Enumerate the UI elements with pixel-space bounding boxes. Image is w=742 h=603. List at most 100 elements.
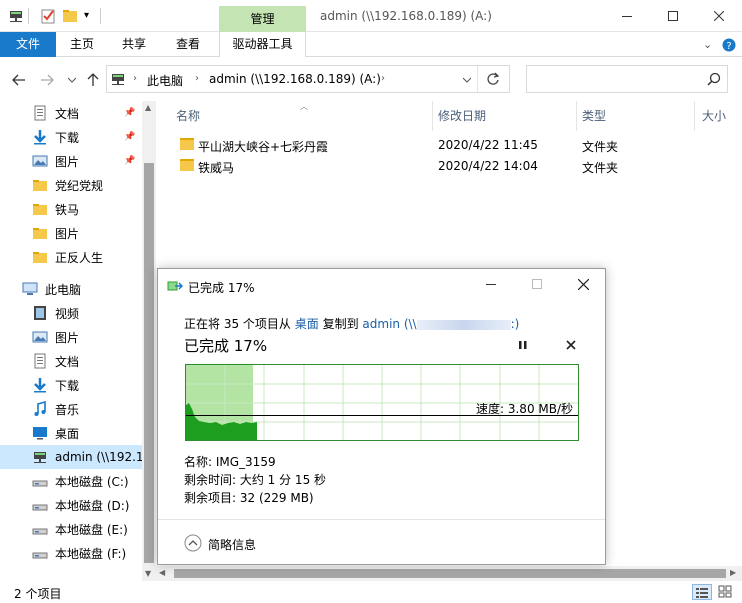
sidebar-item[interactable]: 本地磁盘 (D:) <box>0 493 142 517</box>
sidebar-item[interactable]: 本地磁盘 (F:) <box>0 541 142 565</box>
ribbon-tabs: 文件 主页 共享 查看 驱动器工具 ⌄ ? <box>0 32 742 57</box>
drive-icon <box>32 497 48 513</box>
sidebar-scroll-thumb[interactable] <box>144 163 154 563</box>
recent-locations-button[interactable] <box>63 71 81 89</box>
horizontal-scroll-thumb[interactable] <box>174 569 726 578</box>
drive-icon <box>32 521 48 537</box>
scroll-left-icon[interactable]: ◀ <box>159 568 165 577</box>
chevron-right-icon[interactable]: › <box>381 73 385 84</box>
tab-drive-tools[interactable]: 驱动器工具 <box>219 32 306 57</box>
sidebar-scrollbar[interactable]: ▲ ▼ <box>142 101 156 581</box>
minimize-button[interactable] <box>604 0 650 32</box>
maximize-icon <box>668 11 678 21</box>
sidebar-item-label: 文档 <box>55 354 80 369</box>
expand-ribbon-icon[interactable]: ⌄ <box>703 38 717 52</box>
chevron-up-circle-icon <box>184 534 202 552</box>
sidebar-item[interactable]: 下载 📌 <box>0 125 142 149</box>
address-bar[interactable]: › 此电脑 › admin (\\192.168.0.189) (A:) › <box>106 65 510 93</box>
scroll-right-icon[interactable]: ▶ <box>730 568 736 577</box>
scroll-down-icon[interactable]: ▼ <box>145 569 151 578</box>
sidebar-item[interactable]: 桌面 <box>0 421 142 445</box>
sidebar-item[interactable]: 文档 <box>0 349 142 373</box>
large-icons-view-button[interactable] <box>716 584 736 600</box>
column-header-name[interactable]: 名称 <box>176 107 200 124</box>
navigation-bar: › 此电脑 › admin (\\192.168.0.189) (A:) › <box>0 57 742 101</box>
sidebar-item[interactable]: 本地磁盘 (E:) <box>0 517 142 541</box>
dialog-minimize-button[interactable] <box>468 269 514 299</box>
chevron-down-icon <box>462 77 472 83</box>
up-button[interactable] <box>84 71 102 89</box>
destination-link[interactable]: admin (\\ <box>362 317 416 331</box>
scroll-up-icon[interactable]: ▲ <box>145 103 151 112</box>
back-button[interactable] <box>10 71 28 89</box>
column-header-modified[interactable]: 修改日期 <box>438 107 486 124</box>
column-header-type[interactable]: 类型 <box>582 107 606 124</box>
file-name-line: 名称: IMG_3159 <box>184 455 276 469</box>
sidebar-item-label: 图片 <box>55 330 80 345</box>
tab-home[interactable]: 主页 <box>60 32 104 57</box>
horizontal-scrollbar[interactable]: ◀ ▶ <box>156 566 742 581</box>
tab-share[interactable]: 共享 <box>112 32 156 57</box>
search-input[interactable] <box>531 69 701 89</box>
cancel-button[interactable] <box>566 339 576 353</box>
search-box[interactable] <box>526 65 728 93</box>
close-icon <box>577 278 589 290</box>
items-remaining-line: 剩余项目: 32 (229 MB) <box>184 491 314 505</box>
manage-tab[interactable]: 管理 <box>219 6 306 32</box>
tab-file[interactable]: 文件 <box>0 32 56 57</box>
dialog-footer: 简略信息 <box>158 519 605 564</box>
sidebar-item[interactable]: 铁马 <box>0 197 142 221</box>
close-icon <box>714 11 724 21</box>
help-icon[interactable]: ? <box>722 38 736 52</box>
sidebar-item[interactable]: 图片 <box>0 325 142 349</box>
sidebar-item[interactable]: 党纪党规 <box>0 173 142 197</box>
breadcrumb-this-pc[interactable]: 此电脑 <box>147 72 183 89</box>
properties-icon[interactable] <box>40 8 56 24</box>
search-icon[interactable] <box>707 72 721 89</box>
status-bar: 2 个项目 <box>0 581 742 603</box>
sidebar-item[interactable]: 正反人生 <box>0 245 142 269</box>
chevron-right-icon[interactable]: › <box>195 73 199 84</box>
column-header-size[interactable]: 大小 <box>702 107 726 124</box>
customize-toolbar-icon[interactable]: ▾ <box>84 8 100 24</box>
file-type: 文件夹 <box>582 161 619 175</box>
chevron-right-icon[interactable]: › <box>133 73 137 84</box>
sidebar-item[interactable]: 音乐 <box>0 397 142 421</box>
collapse-details-button[interactable] <box>184 534 202 555</box>
tab-view[interactable]: 查看 <box>166 32 210 57</box>
new-folder-icon[interactable] <box>62 8 78 24</box>
network-drive-icon[interactable] <box>8 8 24 24</box>
destination-link-suffix[interactable]: :) <box>511 317 520 331</box>
sidebar-item-label: 本地磁盘 (C:) <box>55 474 129 489</box>
up-arrow-icon <box>87 73 99 86</box>
fewer-details-label[interactable]: 简略信息 <box>208 536 256 553</box>
maximize-button[interactable] <box>650 0 696 32</box>
sidebar-item-label: 音乐 <box>55 402 80 417</box>
sidebar-item[interactable]: 文档 📌 <box>0 101 142 125</box>
refresh-button[interactable] <box>485 71 501 90</box>
copy-progress-dialog: 已完成 17% 正在将 35 个项目从 桌面 复制到 admin (\\:) 已… <box>157 268 606 565</box>
details-view-button[interactable] <box>692 584 712 600</box>
file-row[interactable]: 铁威马 2020/4/22 14:04 文件夹 <box>176 156 736 177</box>
sidebar-item[interactable]: 下载 <box>0 373 142 397</box>
source-link[interactable]: 桌面 <box>295 317 319 331</box>
sidebar-item[interactable]: 此电脑 <box>0 277 142 301</box>
pause-button[interactable] <box>518 339 528 353</box>
copy-prefix: 正在将 35 个项目从 <box>184 317 291 331</box>
document-icon <box>32 353 48 369</box>
forward-button[interactable] <box>38 71 56 89</box>
breadcrumb-admin-drive[interactable]: admin (\\192.168.0.189) (A:) <box>209 72 381 86</box>
sidebar-item[interactable]: 视频 <box>0 301 142 325</box>
file-row[interactable]: 平山湖大峡谷+七彩丹霞 2020/4/22 11:45 文件夹 <box>176 135 736 156</box>
document-icon <box>32 105 48 121</box>
sidebar-item[interactable]: 图片 <box>0 221 142 245</box>
computer-icon <box>22 281 38 297</box>
sidebar-item[interactable]: admin (\\192.1 <box>0 445 142 469</box>
pictures-icon <box>32 329 48 345</box>
sidebar-item[interactable]: 本地磁盘 (C:) <box>0 469 142 493</box>
sidebar-item[interactable]: 图片 📌 <box>0 149 142 173</box>
address-dropdown-button[interactable] <box>462 72 472 86</box>
close-button[interactable] <box>696 0 742 32</box>
folder-icon <box>32 201 48 217</box>
dialog-close-button[interactable] <box>560 269 606 299</box>
